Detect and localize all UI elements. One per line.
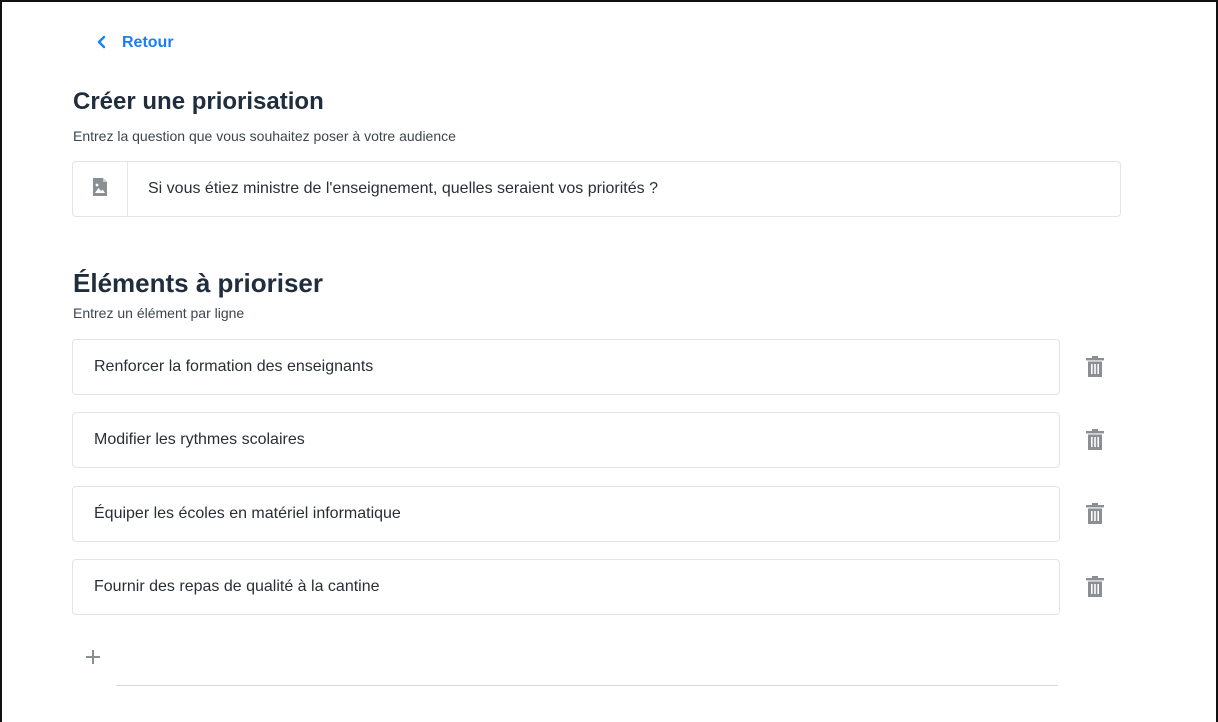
question-subtitle: Entrez la question que vous souhaitez po… bbox=[73, 128, 456, 144]
back-label: Retour bbox=[122, 34, 174, 51]
trash-icon[interactable] bbox=[1084, 575, 1106, 599]
item-input[interactable]: Équiper les écoles en matériel informati… bbox=[72, 486, 1060, 542]
back-link[interactable]: Retour bbox=[96, 34, 174, 52]
plus-icon bbox=[85, 649, 101, 670]
image-file-icon bbox=[92, 177, 108, 202]
section-title: Éléments à prioriser bbox=[73, 268, 323, 298]
trash-icon[interactable] bbox=[1084, 502, 1106, 526]
trash-icon[interactable] bbox=[1084, 428, 1106, 452]
item-input[interactable]: Fournir des repas de qualité à la cantin… bbox=[72, 559, 1060, 615]
item-input[interactable]: Modifier les rythmes scolaires bbox=[72, 412, 1060, 468]
new-item-underline[interactable] bbox=[116, 685, 1058, 686]
page-title: Créer une priorisation bbox=[73, 88, 324, 115]
chevron-left-icon bbox=[96, 34, 110, 52]
items-subtitle: Entrez un élément par ligne bbox=[73, 305, 245, 321]
image-upload-button[interactable] bbox=[73, 162, 128, 216]
add-item-button[interactable] bbox=[82, 648, 104, 670]
trash-icon[interactable] bbox=[1084, 355, 1106, 379]
question-input[interactable]: Si vous étiez ministre de l'enseignement… bbox=[128, 180, 658, 198]
question-field[interactable]: Si vous étiez ministre de l'enseignement… bbox=[72, 161, 1121, 217]
item-input[interactable]: Renforcer la formation des enseignants bbox=[72, 339, 1060, 395]
